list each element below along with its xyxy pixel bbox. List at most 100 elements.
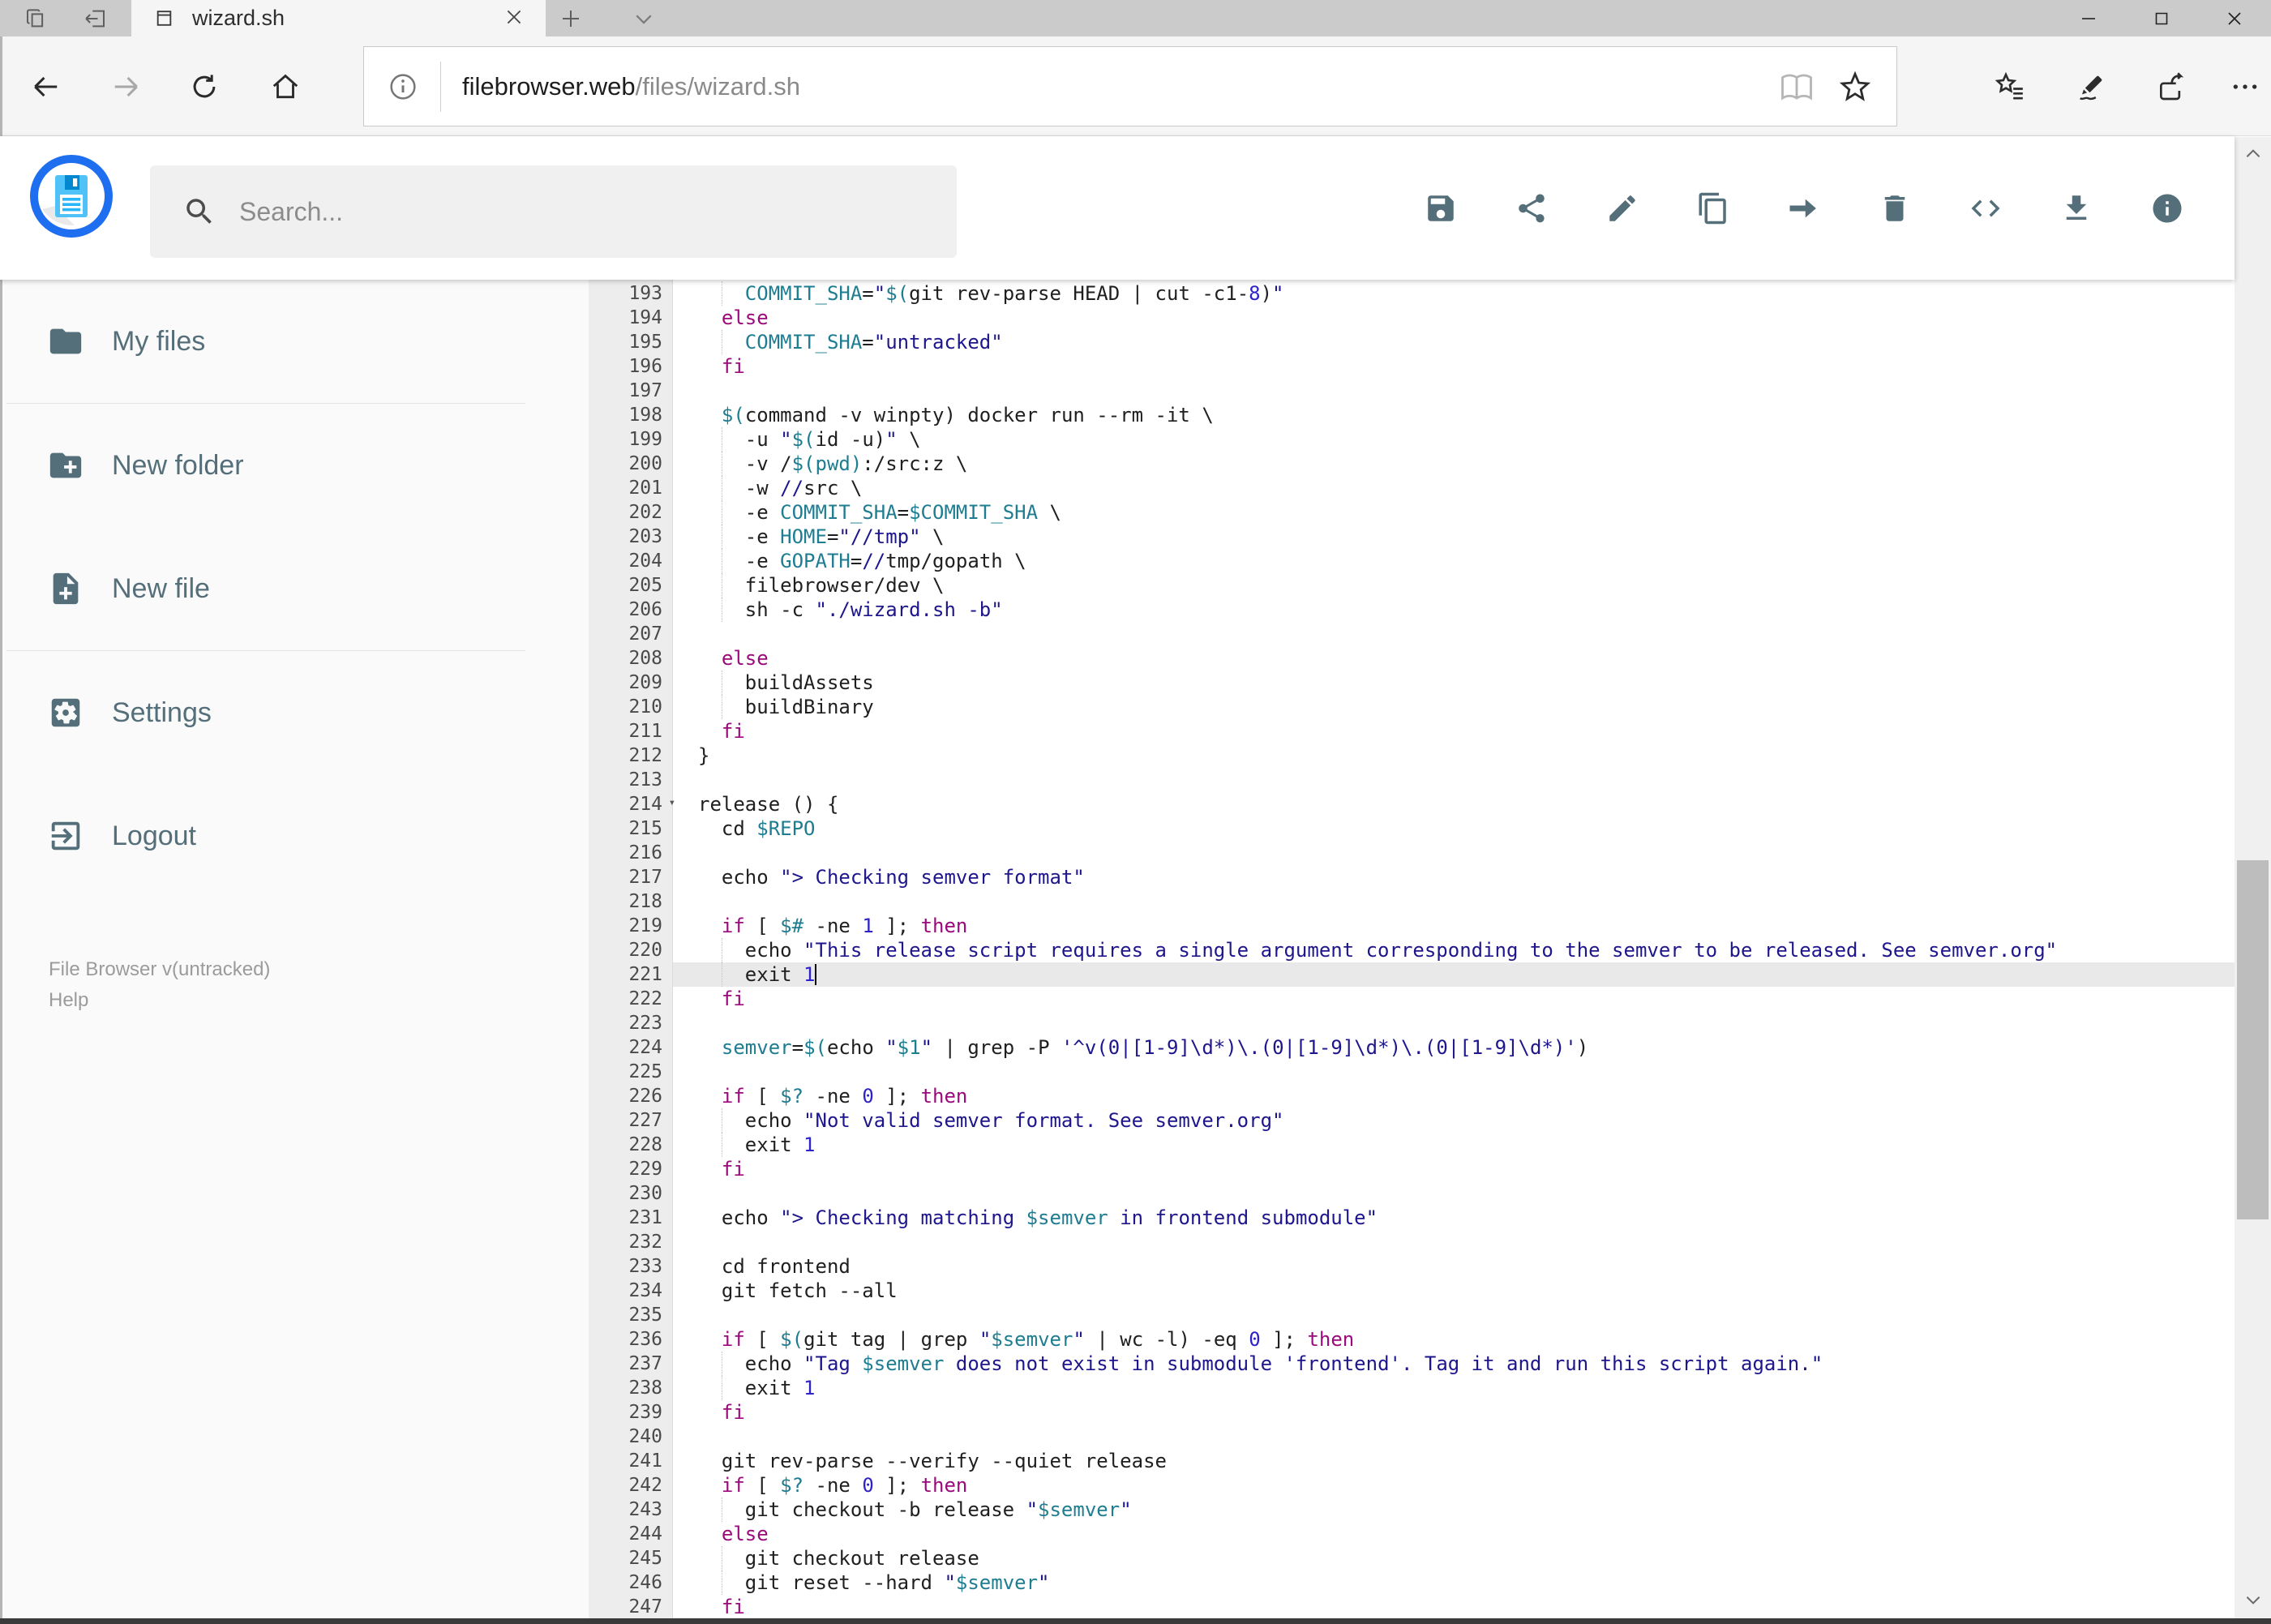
code-text[interactable]: -e GOPATH=//tmp/gopath \ [673, 549, 2235, 573]
code-line[interactable]: 231 echo "> Checking matching $semver in… [589, 1206, 2235, 1230]
code-text[interactable]: cd frontend [673, 1254, 2235, 1279]
code-line[interactable]: 205 filebrowser/dev \ [589, 573, 2235, 598]
rename-button[interactable] [1605, 191, 1639, 225]
code-text[interactable]: fi [673, 1157, 2235, 1181]
code-line[interactable]: 228 exit 1 [589, 1133, 2235, 1157]
code-line[interactable]: 219 if [ $# -ne 1 ]; then [589, 914, 2235, 938]
code-text[interactable]: echo "Tag $semver does not exist in subm… [673, 1352, 2235, 1376]
code-text[interactable]: if [ $? -ne 0 ]; then [673, 1084, 2235, 1108]
sidebar-item-settings[interactable]: Settings [0, 651, 589, 774]
code-line[interactable]: 234 git fetch --all [589, 1279, 2235, 1303]
code-text[interactable]: if [ $? -ne 0 ]; then [673, 1473, 2235, 1498]
code-line[interactable]: 200 -v /$(pwd):/src:z \ [589, 452, 2235, 476]
code-line[interactable]: 225 [589, 1060, 2235, 1084]
code-line[interactable]: 193 COMMIT_SHA="$(git rev-parse HEAD | c… [589, 281, 2235, 306]
tab-preview-icon[interactable] [78, 3, 114, 33]
code-text[interactable]: git rev-parse --verify --quiet release [673, 1449, 2235, 1473]
help-link[interactable]: Help [49, 985, 270, 1016]
code-line[interactable]: 211 fi [589, 719, 2235, 743]
code-text[interactable] [673, 1060, 2235, 1084]
code-text[interactable]: echo "> Checking matching $semver in fro… [673, 1206, 2235, 1230]
code-text[interactable]: exit 1 [673, 962, 2235, 987]
code-line[interactable]: 247 fi [589, 1595, 2235, 1618]
code-line[interactable]: 214 ▾ release () { [589, 792, 2235, 816]
code-line[interactable]: 197 [589, 379, 2235, 403]
address-bar[interactable]: filebrowser.web/files/wizard.sh [363, 46, 1897, 126]
code-text[interactable]: echo "Not valid semver format. See semve… [673, 1108, 2235, 1133]
code-text[interactable]: echo "This release script requires a sin… [673, 938, 2235, 962]
code-line[interactable]: 218 [589, 889, 2235, 914]
code-text[interactable]: buildAssets [673, 671, 2235, 695]
code-line[interactable]: 224 semver=$(echo "$1" | grep -P '^v(0|[… [589, 1035, 2235, 1060]
more-icon[interactable] [2219, 61, 2271, 113]
url-text[interactable]: filebrowser.web/files/wizard.sh [462, 72, 1780, 101]
code-editor[interactable]: 192 if [ -d ".git" ]; then193 COMMIT_SHA… [589, 280, 2235, 1618]
code-text[interactable]: exit 1 [673, 1133, 2235, 1157]
code-line[interactable]: 229 fi [589, 1157, 2235, 1181]
code-line[interactable]: 235 [589, 1303, 2235, 1327]
copy-button[interactable] [1696, 191, 1730, 225]
code-line[interactable]: 223 [589, 1011, 2235, 1035]
code-text[interactable]: git checkout -b release "$semver" [673, 1498, 2235, 1522]
code-text[interactable]: else [673, 1522, 2235, 1546]
code-line[interactable]: 194 else [589, 306, 2235, 330]
code-line[interactable]: 212} [589, 743, 2235, 768]
code-line[interactable]: 221 exit 1 [589, 962, 2235, 987]
code-text[interactable]: fi [673, 987, 2235, 1011]
code-line[interactable]: 220 echo "This release script requires a… [589, 938, 2235, 962]
code-line[interactable]: 213 [589, 768, 2235, 792]
sidebar-item-logout[interactable]: Logout [0, 774, 589, 898]
code-line[interactable]: 243 git checkout -b release "$semver" [589, 1498, 2235, 1522]
code-text[interactable]: fi [673, 1400, 2235, 1425]
code-text[interactable]: git reset --hard "$semver" [673, 1570, 2235, 1595]
code-text[interactable]: -e HOME="//tmp" \ [673, 525, 2235, 549]
code-line[interactable]: 210 buildBinary [589, 695, 2235, 719]
code-text[interactable]: cd $REPO [673, 816, 2235, 841]
code-line[interactable]: 207 [589, 622, 2235, 646]
share-icon[interactable] [2145, 61, 2196, 113]
scroll-down-icon[interactable] [2235, 1583, 2271, 1617]
code-text[interactable] [673, 1425, 2235, 1449]
code-text[interactable]: semver=$(echo "$1" | grep -P '^v(0|[1-9]… [673, 1035, 2235, 1060]
tabs-dropdown-icon[interactable] [626, 3, 662, 33]
code-line[interactable]: 216 [589, 841, 2235, 865]
code-text[interactable] [673, 1230, 2235, 1254]
code-line[interactable]: 202 -e COMMIT_SHA=$COMMIT_SHA \ [589, 500, 2235, 525]
scrollbar-thumb[interactable] [2237, 860, 2269, 1219]
sidebar-item-new-file[interactable]: New file [0, 527, 589, 650]
code-line[interactable]: 240 [589, 1425, 2235, 1449]
code-text[interactable]: sh -c "./wizard.sh -b" [673, 598, 2235, 622]
code-text[interactable] [673, 622, 2235, 646]
code-text[interactable]: else [673, 306, 2235, 330]
share-button[interactable] [1515, 191, 1549, 225]
refresh-icon[interactable] [180, 62, 229, 111]
code-line[interactable]: 237 echo "Tag $semver does not exist in … [589, 1352, 2235, 1376]
code-line[interactable]: 236 if [ $(git tag | grep "$semver" | wc… [589, 1327, 2235, 1352]
code-text[interactable] [673, 1011, 2235, 1035]
delete-button[interactable] [1878, 191, 1912, 225]
code-line[interactable]: 195 COMMIT_SHA="untracked" [589, 330, 2235, 354]
code-line[interactable]: 245 git checkout release [589, 1546, 2235, 1570]
code-text[interactable]: fi [673, 354, 2235, 379]
code-line[interactable]: 233 cd frontend [589, 1254, 2235, 1279]
sidebar-item-new-folder[interactable]: New folder [0, 404, 589, 527]
back-icon[interactable] [21, 62, 70, 111]
code-text[interactable]: filebrowser/dev \ [673, 573, 2235, 598]
code-line[interactable]: 203 -e HOME="//tmp" \ [589, 525, 2235, 549]
code-text[interactable]: } [673, 743, 2235, 768]
scroll-up-icon[interactable] [2235, 137, 2271, 171]
code-text[interactable]: else [673, 646, 2235, 671]
code-text[interactable]: release () { [673, 792, 2235, 816]
code-line[interactable]: 241 git rev-parse --verify --quiet relea… [589, 1449, 2235, 1473]
code-line[interactable]: 204 -e GOPATH=//tmp/gopath \ [589, 549, 2235, 573]
code-line[interactable]: 232 [589, 1230, 2235, 1254]
tab-wizard-sh[interactable]: wizard.sh [131, 0, 546, 36]
code-text[interactable] [673, 841, 2235, 865]
maximize-icon[interactable] [2125, 0, 2198, 36]
save-button[interactable] [1424, 191, 1458, 225]
code-text[interactable] [673, 379, 2235, 403]
code-text[interactable]: if [ $(git tag | grep "$semver" | wc -l)… [673, 1327, 2235, 1352]
code-text[interactable]: fi [673, 1595, 2235, 1618]
code-line[interactable]: 226 if [ $? -ne 0 ]; then [589, 1084, 2235, 1108]
star-icon[interactable] [1838, 70, 1872, 104]
